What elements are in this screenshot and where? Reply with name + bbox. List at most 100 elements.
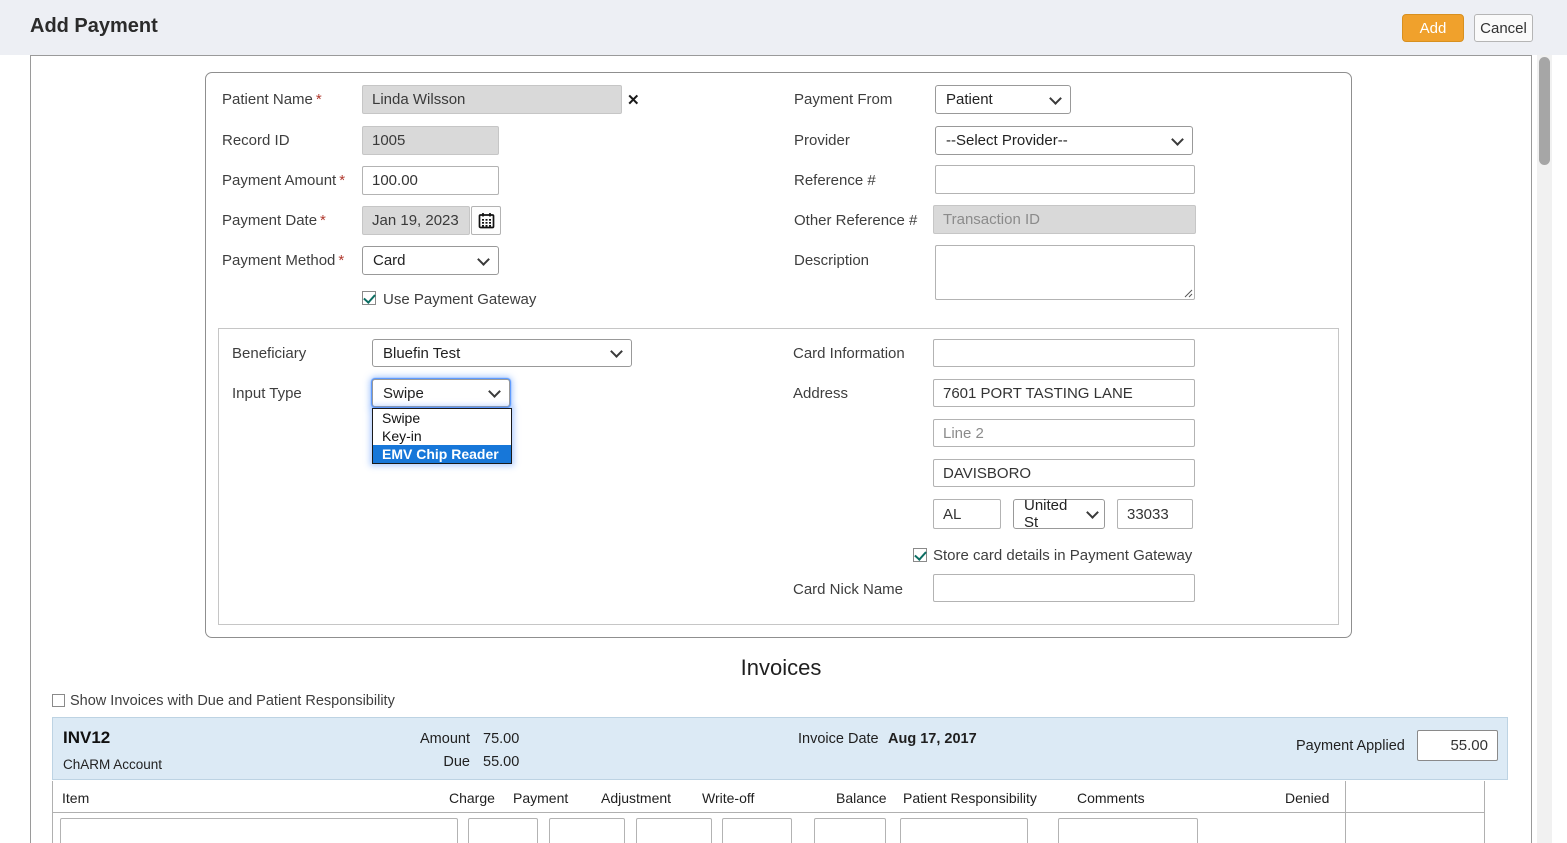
provider-label: Provider — [794, 132, 850, 149]
invoice-amount-label: Amount — [370, 731, 470, 747]
scrollbar-thumb[interactable] — [1539, 57, 1550, 165]
item-write-off-input[interactable] — [722, 818, 792, 843]
address-country-value: United St — [1024, 497, 1082, 531]
calendar-icon — [478, 212, 495, 229]
record-id-label-text: Record ID — [222, 132, 290, 149]
payment-date-label-text: Payment Date — [222, 212, 317, 229]
table-header-divider — [52, 812, 1484, 813]
beneficiary-select[interactable]: Bluefin Test — [372, 339, 632, 367]
payment-amount-label-text: Payment Amount — [222, 172, 336, 189]
input-type-label: Input Type — [232, 385, 302, 402]
card-nick-name-label: Card Nick Name — [793, 581, 903, 598]
table-border-left — [52, 781, 53, 843]
beneficiary-label: Beneficiary — [232, 345, 306, 362]
address-label-text: Address — [793, 385, 848, 402]
reference-label-text: Reference # — [794, 172, 876, 189]
payment-from-select[interactable]: Patient — [935, 85, 1071, 114]
payment-applied-input[interactable] — [1417, 730, 1498, 761]
use-payment-gateway-label: Use Payment Gateway — [383, 291, 536, 308]
required-asterisk: * — [320, 212, 326, 229]
other-reference-input[interactable] — [933, 205, 1196, 234]
page-title: Add Payment — [30, 15, 158, 38]
col-charge: Charge — [449, 790, 495, 806]
payment-method-label: Payment Method* — [222, 252, 344, 269]
payment-method-select[interactable]: Card — [362, 246, 499, 275]
cancel-button[interactable]: Cancel — [1474, 14, 1533, 42]
item-charge-input[interactable] — [468, 818, 538, 843]
option-key-in[interactable]: Key-in — [373, 427, 511, 445]
item-comments-input[interactable] — [1058, 818, 1198, 843]
chevron-down-icon — [477, 253, 490, 266]
chevron-down-icon — [1086, 506, 1099, 519]
calendar-button[interactable] — [471, 206, 501, 235]
invoice-due-value: 55.00 — [483, 754, 519, 770]
card-nick-name-input[interactable] — [933, 574, 1195, 602]
table-divider-denied — [1345, 781, 1346, 843]
beneficiary-value: Bluefin Test — [383, 345, 460, 362]
add-payment-screen: Add Payment Add Cancel Patient Name* ✕ R… — [0, 0, 1567, 843]
col-item: Item — [62, 790, 89, 806]
provider-value: --Select Provider-- — [946, 132, 1068, 149]
item-name-input[interactable] — [60, 818, 458, 843]
invoice-amount-value: 75.00 — [483, 731, 519, 747]
address-city-input[interactable] — [933, 459, 1195, 487]
address-line1-input[interactable] — [933, 379, 1195, 407]
resize-handle-icon — [1183, 288, 1193, 298]
use-payment-gateway-checkbox[interactable] — [362, 291, 376, 305]
col-comments: Comments — [1077, 790, 1145, 806]
card-information-input[interactable] — [933, 339, 1195, 367]
item-adjustment-input[interactable] — [636, 818, 712, 843]
input-type-select[interactable]: Swipe — [372, 379, 510, 407]
payment-from-label: Payment From — [794, 91, 892, 108]
top-bar: Add Payment Add Cancel — [0, 0, 1567, 55]
card-information-label-text: Card Information — [793, 345, 905, 362]
payment-from-value: Patient — [946, 91, 993, 108]
input-type-dropdown-menu: Swipe Key-in EMV Chip Reader — [372, 408, 512, 464]
address-zip-input[interactable] — [1117, 499, 1193, 529]
add-button[interactable]: Add — [1402, 14, 1464, 42]
item-payment-input[interactable] — [549, 818, 625, 843]
record-id-input[interactable] — [362, 126, 499, 155]
address-country-select[interactable]: United St — [1013, 499, 1105, 529]
col-payment: Payment — [513, 790, 568, 806]
payment-amount-label: Payment Amount* — [222, 172, 345, 189]
input-type-value: Swipe — [383, 385, 424, 402]
provider-select[interactable]: --Select Provider-- — [935, 126, 1193, 155]
reference-input[interactable] — [935, 165, 1195, 194]
clear-patient-icon[interactable]: ✕ — [627, 91, 640, 109]
payment-from-label-text: Payment From — [794, 91, 892, 108]
invoice-date-label: Invoice Date — [798, 731, 879, 747]
item-patient-responsibility-input[interactable] — [900, 818, 1028, 843]
payment-date-input[interactable] — [362, 206, 470, 235]
patient-name-input[interactable] — [362, 85, 622, 114]
provider-label-text: Provider — [794, 132, 850, 149]
address-label: Address — [793, 385, 848, 402]
other-reference-label-text: Other Reference # — [794, 212, 917, 229]
invoices-title: Invoices — [30, 655, 1532, 681]
payment-method-value: Card — [373, 252, 406, 269]
col-adjustment: Adjustment — [601, 790, 671, 806]
option-emv-chip-reader[interactable]: EMV Chip Reader — [373, 445, 511, 463]
col-denied: Denied — [1285, 790, 1329, 806]
address-line2-input[interactable] — [933, 419, 1195, 447]
description-label-text: Description — [794, 252, 869, 269]
address-state-input[interactable] — [933, 499, 1001, 529]
reference-label: Reference # — [794, 172, 876, 189]
scrollbar-track[interactable] — [1537, 55, 1552, 843]
col-balance: Balance — [836, 790, 887, 806]
col-patient-responsibility: Patient Responsibility — [903, 790, 1037, 806]
item-balance-input[interactable] — [814, 818, 886, 843]
required-asterisk: * — [316, 91, 322, 108]
show-invoices-filter-checkbox[interactable] — [52, 694, 65, 707]
card-information-label: Card Information — [793, 345, 905, 362]
store-card-label: Store card details in Payment Gateway — [933, 547, 1192, 564]
option-swipe[interactable]: Swipe — [373, 409, 511, 427]
invoice-date-value: Aug 17, 2017 — [888, 731, 977, 747]
payment-amount-input[interactable] — [362, 166, 499, 195]
description-textarea[interactable] — [935, 245, 1195, 300]
beneficiary-label-text: Beneficiary — [232, 345, 306, 362]
store-card-checkbox[interactable] — [913, 548, 927, 562]
record-id-label: Record ID — [222, 132, 290, 149]
required-asterisk: * — [338, 252, 344, 269]
description-label: Description — [794, 252, 869, 269]
